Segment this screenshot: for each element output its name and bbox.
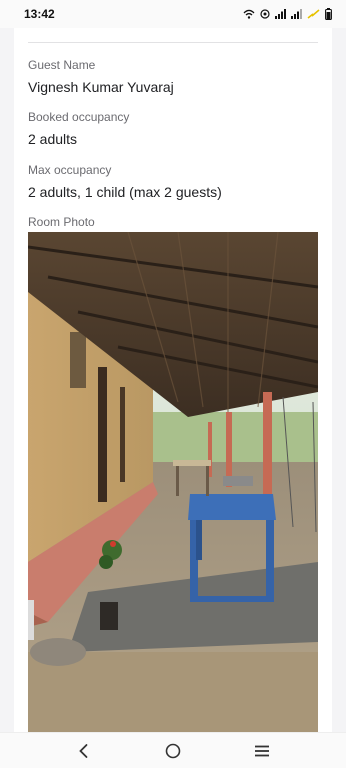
divider xyxy=(28,42,318,43)
max-occupancy-label: Max occupancy xyxy=(28,163,112,177)
navigation-bar xyxy=(0,732,346,768)
guest-name-field: Guest Name Vignesh Kumar Yuvaraj xyxy=(28,58,318,96)
max-occupancy-field: Max occupancy 2 adults, 1 child (max 2 g… xyxy=(28,163,318,201)
guest-name-value: Vignesh Kumar Yuvaraj xyxy=(28,79,174,95)
booked-occupancy-label: Booked occupancy xyxy=(28,110,130,124)
booked-occupancy-value: 2 adults xyxy=(28,131,78,147)
booking-details-card: Guest Name Vignesh Kumar Yuvaraj Booked … xyxy=(14,28,332,732)
signal-icon xyxy=(291,9,302,19)
booked-occupancy-field: Booked occupancy 2 adults xyxy=(28,110,318,148)
signal-icon xyxy=(275,9,286,19)
room-photo[interactable] xyxy=(28,232,318,732)
back-icon[interactable] xyxy=(75,742,93,760)
hotspot-icon xyxy=(260,9,270,19)
room-photo-field: Room Photo xyxy=(28,215,318,229)
recents-icon[interactable] xyxy=(253,742,271,760)
room-photo-label: Room Photo xyxy=(28,215,95,229)
charging-icon xyxy=(307,9,320,19)
max-occupancy-value: 2 adults, 1 child (max 2 guests) xyxy=(28,184,222,200)
status-time: 13:42 xyxy=(24,7,55,21)
wifi-calling-icon xyxy=(243,9,255,19)
guest-name-label: Guest Name xyxy=(28,58,96,72)
battery-icon xyxy=(325,8,332,20)
status-bar: 13:42 xyxy=(0,0,346,28)
status-icons xyxy=(243,8,332,20)
home-icon[interactable] xyxy=(164,742,182,760)
